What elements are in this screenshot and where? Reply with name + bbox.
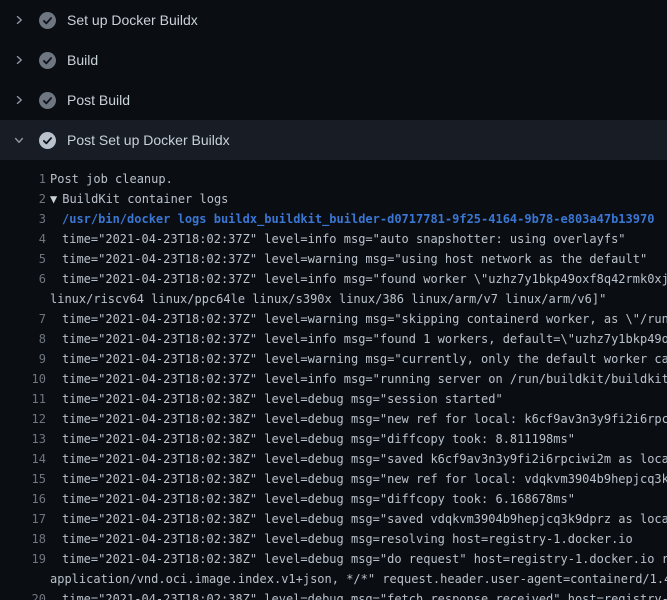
log-line-text: Post job cleanup. <box>50 169 173 189</box>
log-line-number[interactable]: 2 <box>0 189 46 209</box>
log-line-10: 10 time="2021-04-23T18:02:37Z" level=inf… <box>0 369 667 389</box>
log-line-text: time="2021-04-23T18:02:38Z" level=debug … <box>50 509 667 529</box>
log-line-18: 18 time="2021-04-23T18:02:38Z" level=deb… <box>0 529 667 549</box>
log-line-number[interactable]: 8 <box>0 329 46 349</box>
log-line-1: 1 Post job cleanup. <box>0 169 667 189</box>
log-line-number[interactable]: 6 <box>0 269 46 289</box>
actions-log-panel: Set up Docker Buildx Build Post Build Po… <box>0 0 667 600</box>
log-line-text: time="2021-04-23T18:02:37Z" level=info m… <box>50 329 667 349</box>
log-line-text: time="2021-04-23T18:02:38Z" level=debug … <box>50 529 633 549</box>
log-line-number[interactable]: 7 <box>0 309 46 329</box>
log-line-text: time="2021-04-23T18:02:38Z" level=debug … <box>50 489 575 509</box>
check-circle-icon <box>39 92 56 109</box>
step-row-build[interactable]: Build <box>0 40 667 80</box>
log-line-8: 8 time="2021-04-23T18:02:37Z" level=info… <box>0 329 667 349</box>
log-line-number[interactable]: 14 <box>0 449 46 469</box>
log-line-text: ▼BuildKit container logs <box>50 189 228 209</box>
step-label: Post Set up Docker Buildx <box>67 132 230 148</box>
log-line-continuation: linux/riscv64 linux/ppc64le linux/s390x … <box>0 289 667 309</box>
step-row-post-set-up-docker-buildx[interactable]: Post Set up Docker Buildx <box>0 120 667 160</box>
log-line-number[interactable]: 4 <box>0 229 46 249</box>
step-label: Build <box>67 52 98 68</box>
log-line-number[interactable]: 10 <box>0 369 46 389</box>
chevron-icon[interactable] <box>12 93 26 107</box>
log-line-number[interactable]: 13 <box>0 429 46 449</box>
log-line-4: 4 time="2021-04-23T18:02:37Z" level=info… <box>0 229 667 249</box>
step-label: Post Build <box>67 92 130 108</box>
log-line-text: time="2021-04-23T18:02:37Z" level=warnin… <box>50 309 667 329</box>
log-line-11: 11 time="2021-04-23T18:02:38Z" level=deb… <box>0 389 667 409</box>
log-line-number[interactable]: 19 <box>0 549 46 569</box>
step-label: Set up Docker Buildx <box>67 12 198 28</box>
group-collapse-icon[interactable]: ▼ <box>50 192 57 206</box>
log-line-text: /usr/bin/docker logs buildx_buildkit_bui… <box>50 209 654 229</box>
log-line-text: time="2021-04-23T18:02:38Z" level=debug … <box>50 589 667 600</box>
log-line-text: time="2021-04-23T18:02:38Z" level=debug … <box>50 449 667 469</box>
log-line-text: application/vnd.oci.image.index.v1+json,… <box>50 569 667 589</box>
log-line-number[interactable]: 18 <box>0 529 46 549</box>
log-line-number[interactable]: 17 <box>0 509 46 529</box>
log-line-7: 7 time="2021-04-23T18:02:37Z" level=warn… <box>0 309 667 329</box>
steps-list: Set up Docker Buildx Build Post Build Po… <box>0 0 667 160</box>
log-line-number[interactable] <box>0 569 46 589</box>
check-circle-icon <box>39 132 56 149</box>
log-line-9: 9 time="2021-04-23T18:02:37Z" level=warn… <box>0 349 667 369</box>
step-row-post-build[interactable]: Post Build <box>0 80 667 120</box>
log-line-20: 20 time="2021-04-23T18:02:38Z" level=deb… <box>0 589 667 600</box>
log-line-2: 2 ▼BuildKit container logs <box>0 189 667 209</box>
log-line-text: time="2021-04-23T18:02:38Z" level=debug … <box>50 429 575 449</box>
step-row-set-up-docker-buildx[interactable]: Set up Docker Buildx <box>0 0 667 40</box>
log-line-17: 17 time="2021-04-23T18:02:38Z" level=deb… <box>0 509 667 529</box>
log-line-14: 14 time="2021-04-23T18:02:38Z" level=deb… <box>0 449 667 469</box>
chevron-icon[interactable] <box>12 53 26 67</box>
log-line-number[interactable]: 12 <box>0 409 46 429</box>
check-circle-icon <box>39 52 56 69</box>
log-line-5: 5 time="2021-04-23T18:02:37Z" level=warn… <box>0 249 667 269</box>
log-line-15: 15 time="2021-04-23T18:02:38Z" level=deb… <box>0 469 667 489</box>
chevron-icon[interactable] <box>12 133 26 147</box>
log-line-number[interactable]: 5 <box>0 249 46 269</box>
log-line-number[interactable]: 15 <box>0 469 46 489</box>
log-line-number[interactable]: 20 <box>0 589 46 600</box>
log-line-text: linux/riscv64 linux/ppc64le linux/s390x … <box>50 289 606 309</box>
log-line-text: time="2021-04-23T18:02:37Z" level=warnin… <box>50 249 647 269</box>
log-line-text: time="2021-04-23T18:02:37Z" level=info m… <box>50 269 667 289</box>
log-line-13: 13 time="2021-04-23T18:02:38Z" level=deb… <box>0 429 667 449</box>
log-line-text: time="2021-04-23T18:02:38Z" level=debug … <box>50 469 667 489</box>
log-line-number[interactable]: 1 <box>0 169 46 189</box>
log-line-text: time="2021-04-23T18:02:37Z" level=warnin… <box>50 349 667 369</box>
log-line-number[interactable]: 3 <box>0 209 46 229</box>
check-circle-icon <box>39 12 56 29</box>
log-line-number[interactable]: 16 <box>0 489 46 509</box>
log-line-number[interactable]: 11 <box>0 389 46 409</box>
log-line-12: 12 time="2021-04-23T18:02:38Z" level=deb… <box>0 409 667 429</box>
log-line-text: time="2021-04-23T18:02:38Z" level=debug … <box>50 389 503 409</box>
log-line-text: time="2021-04-23T18:02:37Z" level=info m… <box>50 229 626 249</box>
log-line-number[interactable] <box>0 289 46 309</box>
log-line-text: time="2021-04-23T18:02:38Z" level=debug … <box>50 549 667 569</box>
log-line-continuation: application/vnd.oci.image.index.v1+json,… <box>0 569 667 589</box>
log-line-text: time="2021-04-23T18:02:37Z" level=info m… <box>50 369 667 389</box>
log-line-6: 6 time="2021-04-23T18:02:37Z" level=info… <box>0 269 667 289</box>
log-line-text: time="2021-04-23T18:02:38Z" level=debug … <box>50 409 667 429</box>
chevron-icon[interactable] <box>12 13 26 27</box>
log-line-3: 3 /usr/bin/docker logs buildx_buildkit_b… <box>0 209 667 229</box>
log-line-16: 16 time="2021-04-23T18:02:38Z" level=deb… <box>0 489 667 509</box>
log-line-number[interactable]: 9 <box>0 349 46 369</box>
log-lines: 1 Post job cleanup. 2 ▼BuildKit containe… <box>0 160 667 600</box>
log-line-19: 19 time="2021-04-23T18:02:38Z" level=deb… <box>0 549 667 569</box>
